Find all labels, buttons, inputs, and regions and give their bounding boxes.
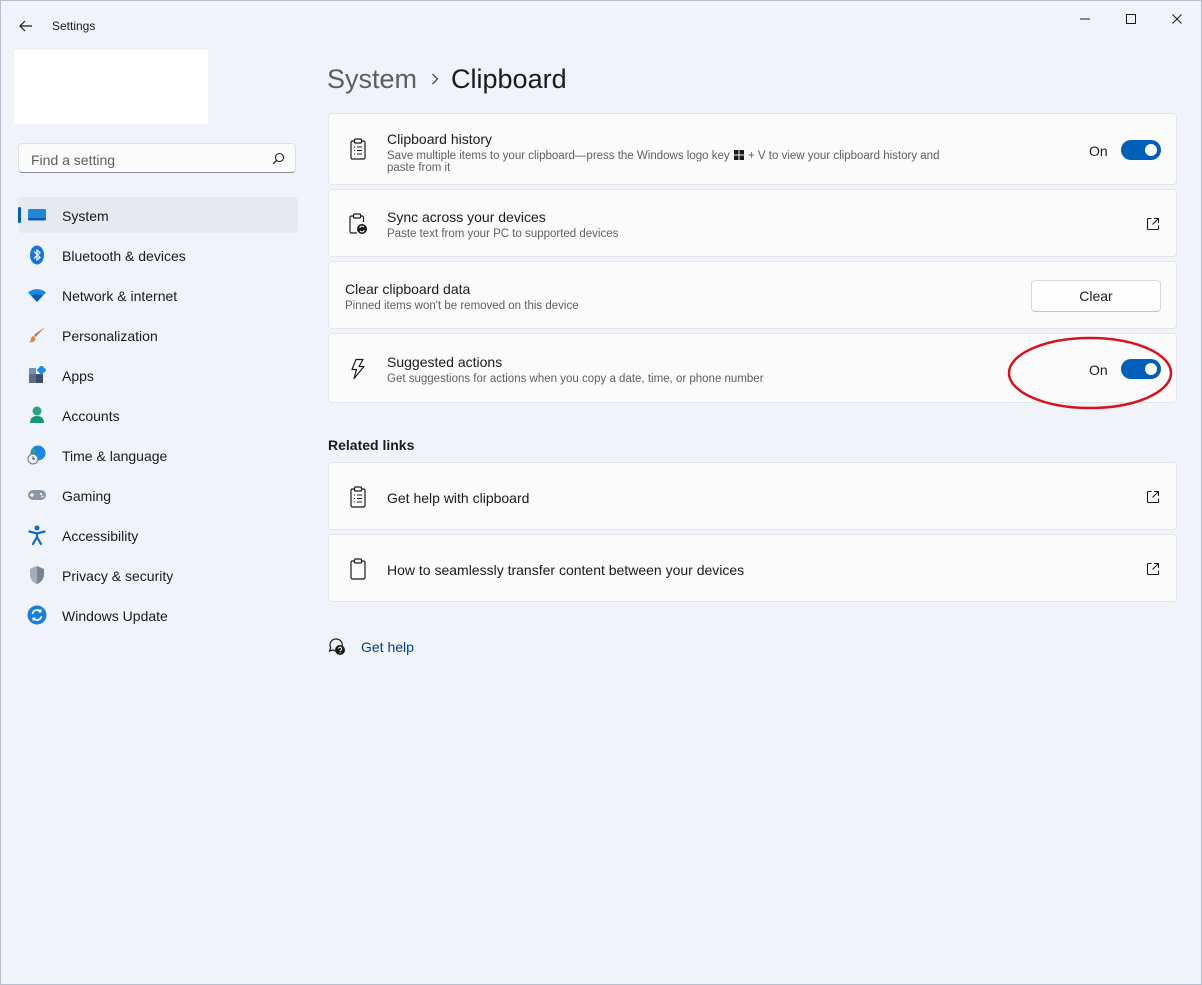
gamepad-icon bbox=[27, 486, 47, 504]
sidebar-item-bluetooth[interactable]: Bluetooth & devices bbox=[18, 237, 298, 273]
globe-clock-icon bbox=[27, 445, 47, 465]
back-button[interactable] bbox=[13, 13, 39, 39]
back-arrow-icon bbox=[19, 20, 32, 32]
related-link-help-clipboard[interactable]: Get help with clipboard bbox=[328, 462, 1177, 530]
clipboard-history-description: Save multiple items to your clipboard—pr… bbox=[387, 150, 1007, 174]
active-indicator bbox=[18, 207, 21, 223]
clipboard-list-icon bbox=[347, 138, 369, 160]
external-link-icon bbox=[1146, 562, 1160, 576]
sidebar-item-accessibility[interactable]: Accessibility bbox=[18, 517, 298, 553]
maximize-button[interactable] bbox=[1111, 7, 1151, 31]
sidebar-item-accounts[interactable]: Accounts bbox=[18, 397, 298, 433]
sidebar-item-gaming[interactable]: Gaming bbox=[18, 477, 298, 513]
sidebar-item-windows-update[interactable]: Windows Update bbox=[18, 597, 298, 633]
breadcrumb: System Clipboard bbox=[327, 59, 567, 99]
bluetooth-icon bbox=[27, 245, 47, 265]
sidebar-item-label: Network & internet bbox=[62, 288, 178, 304]
external-link-icon bbox=[1146, 217, 1160, 231]
sync-devices-description: Paste text from your PC to supported dev… bbox=[387, 228, 619, 240]
system-monitor-icon bbox=[27, 206, 47, 224]
sidebar-item-system[interactable]: System bbox=[18, 197, 298, 233]
breadcrumb-parent[interactable]: System bbox=[327, 64, 417, 95]
suggested-actions-description: Get suggestions for actions when you cop… bbox=[387, 373, 764, 385]
clear-clipboard-description: Pinned items won't be removed on this de… bbox=[345, 300, 579, 312]
clipboard-history-card: Clipboard history Save multiple items to… bbox=[328, 113, 1177, 185]
get-help-link[interactable]: Get help bbox=[361, 639, 414, 655]
suggested-actions-title: Suggested actions bbox=[387, 354, 503, 370]
suggested-actions-state: On bbox=[1089, 362, 1108, 378]
lightning-icon bbox=[347, 358, 369, 380]
sidebar-item-time-language[interactable]: Time & language bbox=[18, 437, 298, 473]
shield-icon bbox=[27, 566, 47, 584]
sidebar-item-label: Bluetooth & devices bbox=[62, 248, 186, 264]
description-text: paste from it bbox=[387, 162, 451, 174]
sidebar-item-label: Accounts bbox=[62, 408, 120, 424]
clipboard-history-toggle[interactable] bbox=[1121, 140, 1161, 160]
windows-logo-icon bbox=[733, 150, 744, 160]
page-title: Clipboard bbox=[451, 63, 567, 94]
search-box bbox=[18, 143, 296, 173]
title-bar: Settings bbox=[1, 1, 1201, 49]
clear-button[interactable]: Clear bbox=[1031, 280, 1161, 312]
clear-clipboard-card: Clear clipboard data Pinned items won't … bbox=[328, 261, 1177, 329]
related-link-label: How to seamlessly transfer content betwe… bbox=[387, 562, 745, 578]
sidebar-item-label: System bbox=[62, 208, 109, 224]
clipboard-history-title: Clipboard history bbox=[387, 131, 493, 147]
related-link-transfer-content[interactable]: How to seamlessly transfer content betwe… bbox=[328, 534, 1177, 602]
minimize-icon bbox=[1080, 18, 1090, 20]
wifi-icon bbox=[27, 286, 47, 304]
get-help[interactable]: Get help bbox=[327, 637, 414, 657]
sidebar-nav: System Bluetooth & devices Network & int… bbox=[18, 197, 298, 637]
clipboard-history-state: On bbox=[1089, 143, 1108, 159]
sidebar-item-label: Gaming bbox=[62, 488, 112, 504]
sidebar-item-apps[interactable]: Apps bbox=[18, 357, 298, 393]
suggested-actions-toggle[interactable] bbox=[1121, 359, 1161, 379]
clipboard-list-icon bbox=[347, 486, 369, 508]
toggle-knob bbox=[1145, 144, 1157, 156]
sidebar-item-label: Privacy & security bbox=[62, 568, 174, 584]
clear-clipboard-title: Clear clipboard data bbox=[345, 281, 471, 297]
minimize-button[interactable] bbox=[1065, 7, 1105, 31]
description-text: Save multiple items to your clipboard—pr… bbox=[387, 150, 730, 162]
external-link-icon bbox=[1146, 490, 1160, 504]
sidebar-item-network[interactable]: Network & internet bbox=[18, 277, 298, 313]
clipboard-icon bbox=[347, 558, 369, 580]
search-input[interactable] bbox=[29, 150, 263, 170]
clipboard-sync-icon bbox=[347, 213, 369, 235]
user-profile-card[interactable] bbox=[14, 50, 208, 124]
search-icon[interactable] bbox=[272, 152, 285, 165]
sidebar-item-personalization[interactable]: Personalization bbox=[18, 317, 298, 353]
toggle-knob bbox=[1145, 363, 1157, 375]
sidebar-item-label: Accessibility bbox=[62, 528, 139, 544]
accessibility-icon bbox=[27, 525, 47, 545]
related-link-label: Get help with clipboard bbox=[387, 490, 530, 506]
sidebar-item-label: Windows Update bbox=[62, 608, 168, 624]
sidebar-item-privacy-security[interactable]: Privacy & security bbox=[18, 557, 298, 593]
person-icon bbox=[27, 406, 47, 424]
apps-icon bbox=[27, 366, 47, 384]
sidebar-item-label: Personalization bbox=[62, 328, 158, 344]
help-chat-icon bbox=[328, 638, 345, 655]
chevron-right-icon bbox=[431, 73, 439, 85]
paintbrush-icon bbox=[27, 326, 47, 344]
suggested-actions-card: Suggested actions Get suggestions for ac… bbox=[328, 333, 1177, 403]
app-title: Settings bbox=[52, 19, 96, 33]
close-icon bbox=[1172, 14, 1182, 24]
description-text: + V to view your clipboard history and bbox=[748, 150, 940, 162]
sync-devices-title: Sync across your devices bbox=[387, 209, 546, 225]
settings-window: Settings System Blu bbox=[0, 0, 1202, 985]
related-links-heading: Related links bbox=[328, 437, 415, 453]
sync-devices-card[interactable]: Sync across your devices Paste text from… bbox=[328, 189, 1177, 257]
close-button[interactable] bbox=[1157, 7, 1197, 31]
maximize-icon bbox=[1126, 14, 1136, 24]
sidebar-item-label: Apps bbox=[62, 368, 94, 384]
update-icon bbox=[27, 605, 47, 625]
sidebar-item-label: Time & language bbox=[62, 448, 168, 464]
